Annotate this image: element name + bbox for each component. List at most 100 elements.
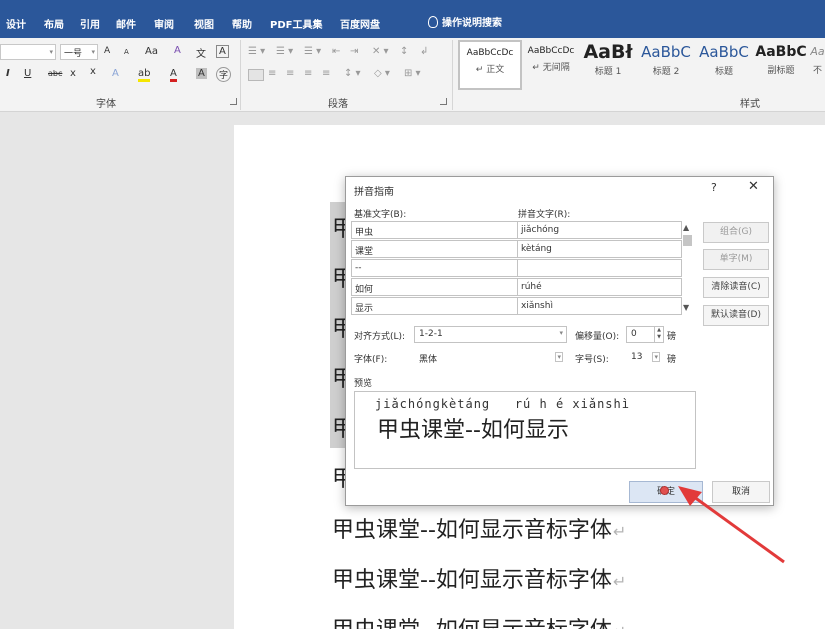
base-text-field[interactable]: 如何 <box>351 278 518 296</box>
pinyin-row: 显示 xiǎnshì <box>351 297 682 315</box>
highlight-button[interactable]: ab <box>138 68 151 82</box>
pinyin-guide-button[interactable]: 文 <box>196 45 206 60</box>
default-reading-button[interactable]: 默认读音(D) <box>703 305 769 326</box>
text-effects-button[interactable]: A <box>112 68 119 79</box>
dialog-title: 拼音指南 <box>354 187 394 198</box>
preview-label: 预览 <box>354 379 373 389</box>
sort-button[interactable]: ↕ <box>400 46 408 57</box>
tab-references[interactable]: 引用 <box>80 16 100 31</box>
shrink-font-button[interactable]: A <box>124 48 129 56</box>
line-spacing-button[interactable]: ↕ ▾ <box>344 68 361 79</box>
grow-font-button[interactable]: A <box>104 46 110 56</box>
font-color-button[interactable]: A <box>170 68 177 82</box>
font-size-dropdown[interactable]: 一号 ▾ <box>60 44 98 60</box>
subscript-button[interactable]: x <box>70 68 76 79</box>
pinyin-guide-dialog: 拼音指南 ? ✕ 基准文字(B): 拼音文字(R): 甲虫 jiǎchóng 课… <box>345 176 774 506</box>
preview-pinyin: jiǎchóngkètáng rú h é xiǎnshì <box>375 397 630 411</box>
paragraph-dialog-launcher[interactable] <box>440 98 447 105</box>
style-name: ↵ 正文 <box>475 65 505 75</box>
base-text-label: 基准文字(B): <box>354 210 407 220</box>
tab-review[interactable]: 审阅 <box>154 16 174 31</box>
justify-button[interactable]: ≡ <box>304 68 312 79</box>
tab-design[interactable]: 设计 <box>6 16 26 31</box>
tell-me-label: 操作说明搜索 <box>442 18 502 29</box>
help-button[interactable]: ? <box>711 181 717 194</box>
style-name: ↵ 无间隔 <box>532 63 570 73</box>
style-heading-1[interactable]: AaBł 标题 1 <box>580 40 636 90</box>
ruby-text-field[interactable]: jiǎchóng <box>517 221 682 239</box>
font-name-dropdown[interactable]: ▾ <box>0 44 56 60</box>
mono-button[interactable]: 单字(M) <box>703 249 769 270</box>
character-border-button[interactable]: A <box>216 45 229 58</box>
paragraph-group-label: 段落 <box>328 99 348 110</box>
enclose-characters-button[interactable]: 字 <box>216 67 232 82</box>
style-heading-2[interactable]: AaBbC 标题 2 <box>636 40 696 90</box>
style-no-spacing[interactable]: AaBbCcDc ↵ 无间隔 <box>522 40 580 90</box>
offset-unit: 磅 <box>667 332 677 342</box>
style-normal[interactable]: AaBbCcDc ↵ 正文 <box>458 40 522 90</box>
style-title[interactable]: AaBbC 标题 <box>696 40 752 90</box>
tab-layout[interactable]: 布局 <box>44 16 64 31</box>
clear-reading-button[interactable]: 清除读音(C) <box>703 277 769 298</box>
style-subtitle[interactable]: AaBbC 副标题 <box>752 40 810 90</box>
shading-button[interactable]: ◇ ▾ <box>374 68 390 79</box>
base-text-field[interactable]: 显示 <box>351 297 518 315</box>
alignment-select[interactable]: 1-2-1 ▾ <box>414 326 567 343</box>
tell-me-search[interactable]: 操作说明搜索 <box>428 14 502 29</box>
superscript-button[interactable]: x <box>90 66 96 77</box>
scroll-thumb[interactable] <box>683 235 692 246</box>
base-text-field[interactable]: 课堂 <box>351 240 518 258</box>
align-left-button[interactable] <box>248 69 264 81</box>
style-more[interactable]: Aa 不 <box>810 40 825 90</box>
ruby-text-field[interactable]: rúhé <box>517 278 682 296</box>
distributed-button[interactable]: ≡ <box>322 68 330 79</box>
lightbulb-icon <box>428 15 438 28</box>
tab-mailings[interactable]: 邮件 <box>116 16 136 31</box>
font-group-label: 字体 <box>96 99 116 110</box>
ruby-text-field[interactable] <box>517 259 682 277</box>
borders-button[interactable]: ⊞ ▾ <box>404 68 421 79</box>
chevron-down-icon: ▾ <box>555 352 563 362</box>
chevron-down-icon: ▾ <box>559 329 563 337</box>
numbering-button[interactable]: ☰ ▾ <box>276 46 293 57</box>
font-select[interactable]: 黑体 ▾ <box>414 349 567 366</box>
bullets-button[interactable]: ☰ ▾ <box>248 46 265 57</box>
tab-pdf-tools[interactable]: PDF工具集 <box>270 16 322 31</box>
rows-scrollbar[interactable]: ▲ ▼ <box>682 221 692 317</box>
clear-format-button[interactable]: A <box>174 45 181 56</box>
offset-label: 偏移量(O): <box>575 332 620 342</box>
scroll-up-icon[interactable]: ▲ <box>683 223 689 232</box>
align-center-button[interactable]: ≡ <box>268 68 276 79</box>
show-marks-button[interactable]: ↲ <box>420 46 428 57</box>
base-text-field[interactable]: 甲虫 <box>351 221 518 239</box>
base-text-field[interactable]: -- <box>351 259 518 277</box>
increase-indent-button[interactable]: ⇥ <box>350 46 358 57</box>
multilevel-list-button[interactable]: ☰ ▾ <box>304 46 321 57</box>
size-unit: 磅 <box>667 355 677 365</box>
ribbon-separator <box>452 40 453 110</box>
offset-stepper[interactable]: 0 ▲ ▼ <box>626 326 664 343</box>
ruby-text-field[interactable]: kètáng <box>517 240 682 258</box>
decrease-indent-button[interactable]: ⇤ <box>332 46 340 57</box>
font-dialog-launcher[interactable] <box>230 98 237 105</box>
tab-view[interactable]: 视图 <box>194 16 214 31</box>
change-case-button[interactable]: Aa <box>145 46 158 57</box>
align-right-button[interactable]: ≡ <box>286 68 294 79</box>
tab-baidu-netdisk[interactable]: 百度网盘 <box>340 16 380 31</box>
close-button[interactable]: ✕ <box>748 179 759 194</box>
group-button[interactable]: 组合(G) <box>703 222 769 243</box>
character-shading-button[interactable]: A <box>196 68 207 79</box>
preview-box: jiǎchóngkètáng rú h é xiǎnshì 甲虫课堂--如何显示 <box>354 391 696 469</box>
italic-button[interactable]: I <box>6 68 10 79</box>
pinyin-row: 甲虫 jiǎchóng <box>351 221 682 239</box>
strikethrough-button[interactable]: abc <box>48 69 62 78</box>
spin-arrows-icon[interactable]: ▲ ▼ <box>654 327 663 342</box>
annotation-arrow-icon <box>678 486 785 564</box>
chinese-layout-button[interactable]: ✕ ▾ <box>372 46 389 57</box>
pinyin-row: -- <box>351 259 682 277</box>
size-select[interactable]: 13 ▾ <box>626 349 664 366</box>
underline-button[interactable]: U <box>24 68 31 79</box>
tab-help[interactable]: 帮助 <box>232 16 252 31</box>
scroll-down-icon[interactable]: ▼ <box>683 303 689 312</box>
ruby-text-field[interactable]: xiǎnshì <box>517 297 682 315</box>
